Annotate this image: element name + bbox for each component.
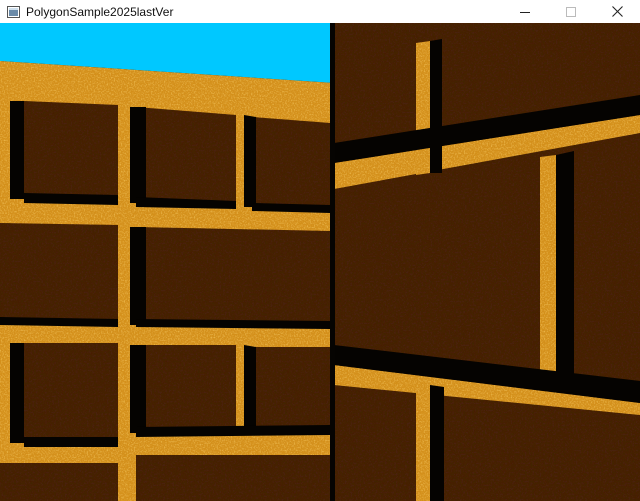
maximize-icon (566, 6, 576, 17)
left-brick-shadow (130, 107, 146, 203)
left-brick (136, 227, 330, 325)
left-brick (0, 463, 118, 501)
left-brick-shadow (130, 345, 146, 433)
left-brick-shadow (244, 345, 256, 431)
left-brick-shadow (130, 227, 146, 325)
left-brick-shadow (10, 343, 24, 443)
left-brick (24, 343, 118, 443)
right-wall-shadow (556, 151, 574, 393)
window-title: PolygonSample2025lastVer (26, 4, 174, 19)
left-brick (136, 345, 236, 433)
left-brick (24, 101, 118, 201)
window-controls (502, 0, 640, 23)
right-wall-shadow (430, 385, 444, 501)
right-wall-mortar (540, 155, 556, 391)
right-wall-base (334, 23, 640, 501)
left-brick (136, 107, 236, 205)
left-brick-shadow (24, 437, 118, 447)
right-wall-mortar (416, 383, 430, 501)
maximize-button[interactable] (548, 0, 594, 23)
left-brick-shadow (136, 425, 330, 437)
left-brick (136, 455, 330, 501)
close-button[interactable] (594, 0, 640, 23)
right-wall (334, 23, 640, 501)
window-app-icon (6, 5, 20, 19)
scene-canvas (0, 23, 640, 501)
minimize-button[interactable] (502, 0, 548, 23)
left-brick (252, 347, 330, 431)
left-brick (252, 117, 330, 209)
right-wall-mortar (416, 41, 430, 175)
left-brick-shadow (244, 115, 256, 207)
app-window: PolygonSample2025lastVer (0, 0, 640, 501)
title-bar[interactable]: PolygonSample2025lastVer (0, 0, 640, 23)
left-brick (0, 223, 118, 323)
wall-corner-seam (330, 23, 335, 501)
close-icon (611, 6, 623, 17)
minimize-icon (520, 11, 530, 13)
left-wall (0, 61, 334, 501)
render-viewport[interactable] (0, 23, 640, 501)
left-brick-shadow (24, 193, 118, 205)
left-brick-shadow (10, 101, 24, 199)
right-wall-shadow (430, 39, 442, 173)
